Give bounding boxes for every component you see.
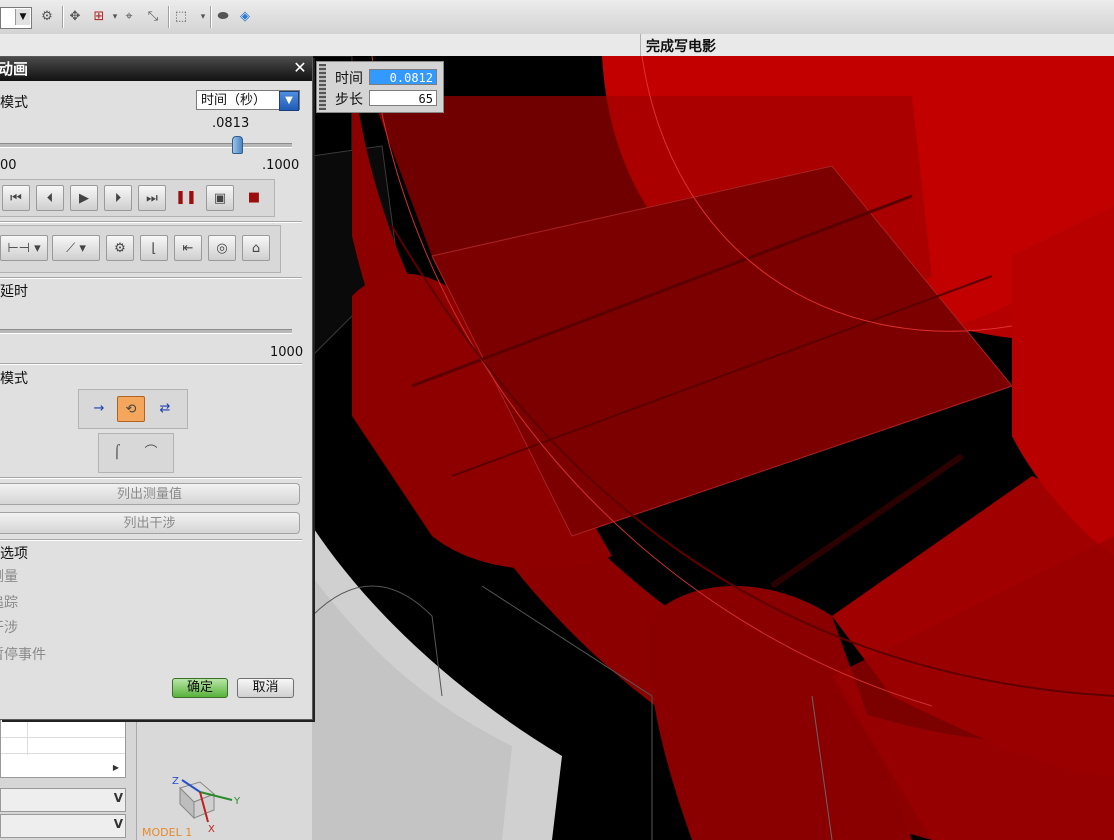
- box-select-icon[interactable]: ⬚: [172, 8, 190, 26]
- step-label: 步长: [335, 92, 363, 108]
- option-measure[interactable]: 测量: [0, 566, 18, 586]
- analysis-tools: ⊢⊣ ▾ ⟋ ▾ ⚙ ⌊ ⇤ ◎ ⌂: [0, 225, 281, 273]
- time-step-readout: 时间 0.0812 步长 65: [316, 61, 444, 113]
- measure-icon[interactable]: ⌖: [120, 8, 138, 26]
- mode-select-value: 时间（秒）: [201, 93, 267, 108]
- measure-dropdown[interactable]: ⊢⊣ ▾: [0, 235, 48, 261]
- delay-max-label: 1000: [270, 345, 304, 360]
- cancel-button[interactable]: 取消: [237, 678, 294, 698]
- status-message: 完成写电影: [646, 39, 716, 55]
- chevron-down-icon[interactable]: V: [114, 791, 123, 805]
- dialog-title: 动画: [0, 60, 29, 78]
- chevron-down-icon[interactable]: ▼: [279, 91, 299, 111]
- panel-dropdown-1[interactable]: V: [0, 788, 126, 812]
- link-icon[interactable]: ⚙: [38, 8, 56, 26]
- last-frame-icon[interactable]: ⏭: [138, 185, 166, 211]
- list-interference-button[interactable]: 列出干涉: [0, 512, 300, 534]
- reverse-icon[interactable]: ⇄: [151, 396, 179, 422]
- trace-dropdown[interactable]: ⟋ ▾: [52, 235, 100, 261]
- chevron-down-icon[interactable]: ▼: [15, 9, 30, 25]
- axis-y-label: Y: [233, 796, 241, 807]
- play-once-icon[interactable]: →: [85, 396, 113, 422]
- step-forward-icon[interactable]: ⏵: [104, 185, 132, 211]
- first-frame-icon[interactable]: ⏮: [2, 185, 30, 211]
- model-render: [312, 56, 1114, 840]
- scroll-right-icon[interactable]: ▶: [109, 761, 123, 775]
- panel-dropdown-2[interactable]: V: [0, 814, 126, 838]
- loop-icon[interactable]: ⟲: [117, 396, 145, 422]
- details-grid[interactable]: ▶: [0, 718, 126, 778]
- option-pause-events[interactable]: 暂停事件: [0, 644, 46, 664]
- option-trace[interactable]: 追踪: [0, 592, 18, 612]
- play-icon[interactable]: ▶: [70, 185, 98, 211]
- path-reverse-icon[interactable]: ⌒: [137, 440, 165, 466]
- record-movie-icon[interactable]: ▣: [206, 185, 234, 211]
- interference-icon[interactable]: ◎: [208, 235, 236, 261]
- selection-filter-icon[interactable]: ✥: [66, 8, 84, 26]
- time-slider-track[interactable]: [0, 143, 292, 148]
- joint-icon[interactable]: ⌊: [140, 235, 168, 261]
- transform-icon[interactable]: ⤡: [144, 8, 162, 26]
- mode-select[interactable]: 时间（秒） ▼: [196, 90, 300, 111]
- stop-icon[interactable]: ■: [240, 185, 268, 211]
- time-field[interactable]: 0.0812: [369, 69, 437, 85]
- list-measurements-button[interactable]: 列出测量值: [0, 483, 300, 505]
- delay-slider-track[interactable]: [0, 329, 292, 334]
- chevron-down-icon[interactable]: V: [114, 817, 123, 831]
- ok-button[interactable]: 确定: [172, 678, 228, 698]
- range-max-label: .1000: [262, 158, 300, 173]
- options-label: 选项: [0, 546, 28, 562]
- step-back-icon[interactable]: ⏴: [36, 185, 64, 211]
- axis-x-label: X: [208, 824, 215, 835]
- close-icon[interactable]: ✕: [292, 60, 308, 76]
- slider-value: .0813: [212, 116, 250, 131]
- model-name-label: MODEL 1: [142, 826, 193, 839]
- drag-handle-icon[interactable]: [319, 64, 326, 110]
- loop-mode-group: → ⟲ ⇄: [78, 389, 188, 429]
- main-toolbar: ▼ ⚙ ✥ ⊞ ▾ ⌖ ⤡ ⬚ ▾ ⬬ ◈: [0, 0, 1114, 35]
- cube-icon[interactable]: ◈: [236, 8, 254, 26]
- range-min-label: 00: [0, 158, 17, 173]
- export-icon[interactable]: ⌂: [242, 235, 270, 261]
- dialog-titlebar[interactable]: 动画 ✕: [0, 57, 312, 81]
- path-forward-icon[interactable]: ⌠: [103, 440, 131, 466]
- shaded-display-icon[interactable]: ⬬: [214, 8, 232, 26]
- graphics-viewport[interactable]: [312, 56, 1114, 840]
- axis-z-label: Z: [172, 776, 179, 787]
- playback-controls: ⏮ ⏴ ▶ ⏵ ⏭ ❚❚ ▣ ■: [0, 179, 275, 217]
- toolbar-dropdown[interactable]: ▼: [0, 7, 32, 29]
- mode-label: 模式: [0, 95, 28, 111]
- pause-icon[interactable]: ❚❚: [172, 185, 200, 211]
- time-label: 时间: [335, 71, 363, 87]
- marker-icon[interactable]: ⇤: [174, 235, 202, 261]
- status-bar: 完成写电影: [0, 34, 1114, 57]
- time-slider-thumb[interactable]: [231, 136, 243, 154]
- direction-group: ⌠ ⌒: [98, 433, 174, 473]
- step-field[interactable]: 65: [369, 90, 437, 106]
- animation-dialog: 动画 ✕ 模式 时间（秒） ▼ .0813 00 .1000 ⏮ ⏴ ▶ ⏵ ⏭…: [0, 56, 313, 720]
- delay-label: 延时: [0, 284, 28, 300]
- mechanism-icon[interactable]: ⚙: [106, 235, 134, 261]
- playback-mode-label: 模式: [0, 371, 28, 387]
- option-interference[interactable]: 干涉: [0, 617, 18, 637]
